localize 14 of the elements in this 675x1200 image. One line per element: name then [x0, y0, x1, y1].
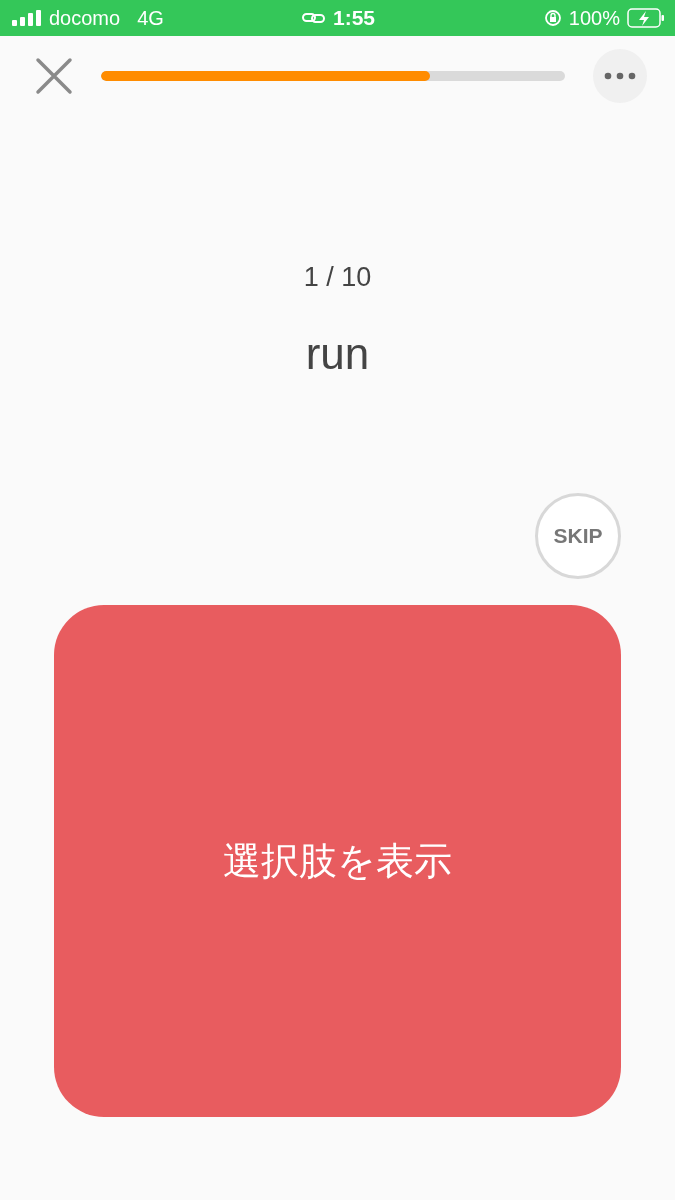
skip-button[interactable]: SKIP: [535, 493, 621, 579]
show-choices-button[interactable]: 選択肢を表示: [54, 605, 621, 1117]
battery-charging-icon: [627, 8, 665, 28]
clock-time: 1:55: [333, 6, 375, 30]
close-icon[interactable]: [35, 57, 73, 95]
rotation-lock-icon: [543, 9, 562, 27]
question-word: run: [304, 329, 371, 379]
carrier-name: docomo: [49, 6, 121, 30]
battery-percent: 100%: [568, 6, 620, 30]
link-icon: [302, 11, 326, 25]
question-counter: 1 / 10: [302, 262, 373, 293]
more-icon: [603, 72, 637, 80]
network-type: 4G: [137, 6, 164, 30]
signal-icon: [12, 10, 42, 26]
